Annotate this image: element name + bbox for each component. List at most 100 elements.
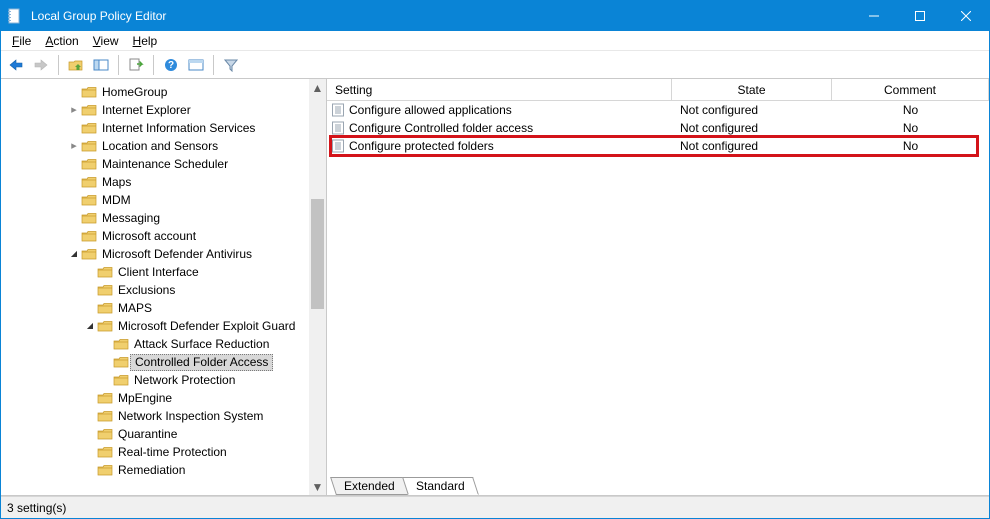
- filter-button[interactable]: [220, 54, 242, 76]
- tree-item[interactable]: Attack Surface Reduction: [3, 335, 326, 353]
- policy-tree[interactable]: HomeGroup ▸ Internet ExplorerInternet Info…: [1, 79, 326, 495]
- tree-item-label: Remediation: [116, 461, 187, 479]
- tree-item[interactable]: Maps: [3, 173, 326, 191]
- folder-icon: [97, 264, 113, 280]
- statusbar: 3 setting(s): [1, 496, 989, 518]
- tree-item[interactable]: Internet Information Services: [3, 119, 326, 137]
- folder-icon: [97, 444, 113, 460]
- col-header-state[interactable]: State: [672, 79, 832, 100]
- tree-item[interactable]: Client Interface: [3, 263, 326, 281]
- tree-item-label: MpEngine: [116, 389, 174, 407]
- setting-row[interactable]: Configure Controlled folder accessNot co…: [327, 119, 989, 137]
- tree-item[interactable]: ◢Microsoft Defender Antivirus: [3, 245, 326, 263]
- tree-item[interactable]: MDM: [3, 191, 326, 209]
- setting-comment: No: [832, 139, 989, 153]
- setting-row[interactable]: Configure protected folders Not configure…: [327, 137, 989, 155]
- policy-icon: [331, 139, 345, 153]
- tree-item-label: HomeGroup: [100, 83, 169, 101]
- tree-item[interactable]: ▸ Internet Explorer: [3, 101, 326, 119]
- minimize-button[interactable]: [851, 1, 897, 31]
- policy-icon: [331, 121, 345, 135]
- folder-icon: [81, 246, 97, 262]
- tree-item[interactable]: HomeGroup: [3, 83, 326, 101]
- folder-icon: [81, 192, 97, 208]
- tree-item-label: Quarantine: [116, 425, 179, 443]
- up-one-level-button[interactable]: [65, 54, 87, 76]
- expand-icon[interactable]: ◢: [67, 245, 81, 263]
- policy-icon: [331, 103, 345, 117]
- folder-icon: [97, 426, 113, 442]
- menubar: File Action View Help: [1, 31, 989, 51]
- setting-row[interactable]: Configure allowed applicationsNot config…: [327, 101, 989, 119]
- folder-icon: [97, 390, 113, 406]
- scrollbar-thumb[interactable]: [311, 199, 324, 309]
- folder-icon: [97, 318, 113, 334]
- folder-icon: [113, 372, 129, 388]
- tree-item[interactable]: Controlled Folder Access: [3, 353, 326, 371]
- tree-item-label: Maintenance Scheduler: [100, 155, 230, 173]
- tree-item-label: MDM: [100, 191, 133, 209]
- list-header[interactable]: Setting State Comment: [327, 79, 989, 101]
- tree-item[interactable]: ◢ Microsoft Defender Exploit Guard: [3, 317, 326, 335]
- tree-item[interactable]: Remediation: [3, 461, 326, 479]
- tree-item-label: Maps: [100, 173, 133, 191]
- titlebar: Local Group Policy Editor: [1, 1, 989, 31]
- tree-item[interactable]: Network Protection: [3, 371, 326, 389]
- folder-icon: [97, 300, 113, 316]
- folder-icon: [97, 462, 113, 478]
- tree-item-label: Internet Information Services: [100, 119, 257, 137]
- show-hide-tree-button[interactable]: [90, 54, 112, 76]
- forward-button[interactable]: [30, 54, 52, 76]
- tree-item-label: Real-time Protection: [116, 443, 229, 461]
- properties-button[interactable]: [185, 54, 207, 76]
- setting-state: Not configured: [672, 121, 832, 135]
- view-tabs: Extended Standard: [327, 474, 989, 495]
- tree-panel: HomeGroup ▸ Internet ExplorerInternet Info…: [1, 79, 327, 495]
- folder-icon: [81, 228, 97, 244]
- menu-help[interactable]: Help: [126, 33, 165, 49]
- setting-state: Not configured: [672, 103, 832, 117]
- tree-item-label: Exclusions: [116, 281, 177, 299]
- status-text: 3 setting(s): [7, 501, 66, 515]
- tree-item[interactable]: MpEngine: [3, 389, 326, 407]
- tree-item[interactable]: Messaging: [3, 209, 326, 227]
- tree-item[interactable]: Exclusions: [3, 281, 326, 299]
- col-header-setting[interactable]: Setting: [327, 79, 672, 100]
- folder-icon: [81, 174, 97, 190]
- tree-item-label: Network Protection: [132, 371, 237, 389]
- tree-item-label: Controlled Folder Access: [130, 354, 273, 371]
- tab-extended[interactable]: Extended: [330, 477, 409, 495]
- toolbar: ?: [1, 51, 989, 79]
- tree-item-label: Attack Surface Reduction: [132, 335, 271, 353]
- expand-icon[interactable]: ▸: [67, 101, 81, 119]
- tree-item[interactable]: Microsoft account: [3, 227, 326, 245]
- tree-item-label: Microsoft Defender Exploit Guard: [116, 317, 297, 335]
- tree-item[interactable]: Quarantine: [3, 425, 326, 443]
- settings-panel: Setting State Comment Configure allowed …: [327, 79, 989, 495]
- setting-state: Not configured: [672, 139, 832, 153]
- folder-icon: [81, 102, 97, 118]
- close-button[interactable]: [943, 1, 989, 31]
- tab-standard[interactable]: Standard: [402, 477, 479, 495]
- folder-icon: [97, 408, 113, 424]
- tree-item[interactable]: ▸Location and Sensors: [3, 137, 326, 155]
- menu-file[interactable]: File: [5, 33, 38, 49]
- folder-icon: [81, 156, 97, 172]
- setting-name: Configure protected folders: [349, 139, 494, 153]
- tree-scrollbar[interactable]: ▲ ▼: [309, 79, 326, 495]
- tree-item[interactable]: Network Inspection System: [3, 407, 326, 425]
- help-button[interactable]: ?: [160, 54, 182, 76]
- back-button[interactable]: [5, 54, 27, 76]
- col-header-comment[interactable]: Comment: [832, 79, 989, 100]
- tree-item[interactable]: MAPS: [3, 299, 326, 317]
- menu-action[interactable]: Action: [38, 33, 85, 49]
- svg-text:?: ?: [168, 60, 174, 71]
- expand-icon[interactable]: ▸: [67, 137, 81, 155]
- tree-item[interactable]: Real-time Protection: [3, 443, 326, 461]
- expand-icon[interactable]: ◢: [83, 317, 97, 335]
- tree-item-label: Internet Explorer: [100, 101, 193, 119]
- tree-item[interactable]: Maintenance Scheduler: [3, 155, 326, 173]
- menu-view[interactable]: View: [86, 33, 126, 49]
- maximize-button[interactable]: [897, 1, 943, 31]
- export-list-button[interactable]: [125, 54, 147, 76]
